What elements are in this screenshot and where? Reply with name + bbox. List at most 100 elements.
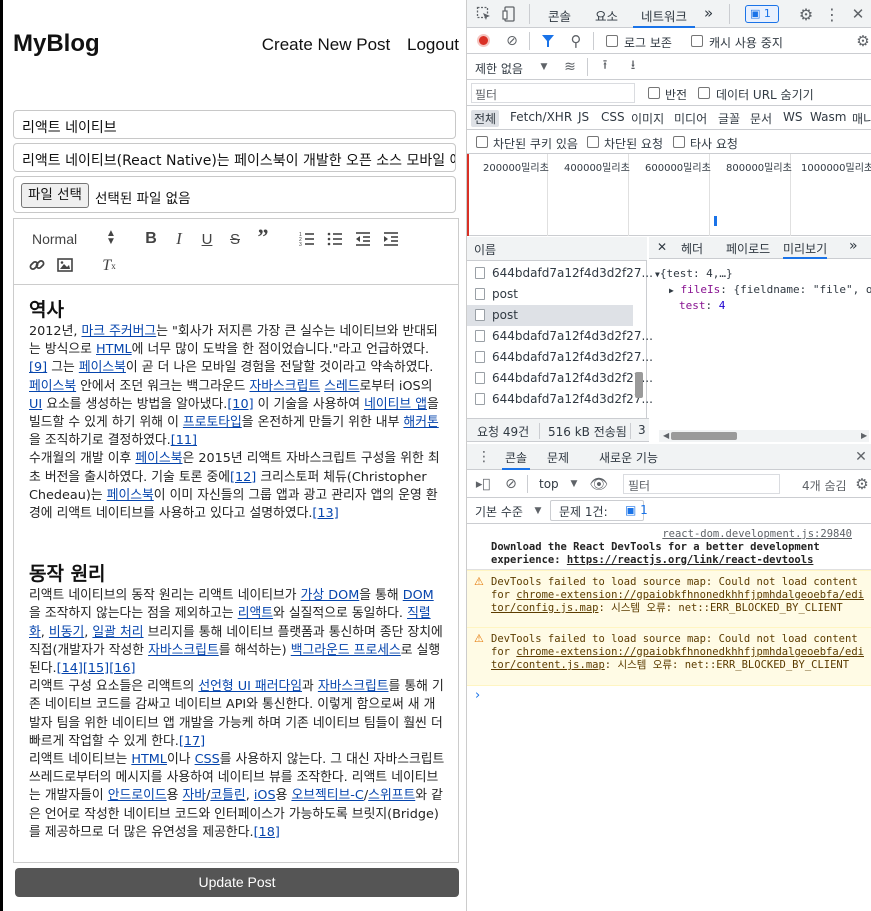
request-row[interactable]: post: [467, 305, 633, 326]
citation-link[interactable]: [17]: [179, 734, 205, 749]
editor-content[interactable]: 역사 2012년, 마크 주커버그는 "회사가 저지른 가장 큰 실수는 네이티…: [14, 285, 458, 862]
content-link[interactable]: 안드로이드: [108, 788, 167, 803]
drawer-menu-icon[interactable]: ⋮: [475, 448, 493, 466]
throttle-select[interactable]: 제한 없음: [475, 60, 523, 77]
content-link[interactable]: 선언형 UI 패러다임: [198, 679, 302, 694]
close-drawer-icon[interactable]: ✕: [852, 448, 870, 466]
content-link[interactable]: 자바스크립트: [249, 379, 320, 394]
content-link[interactable]: 페이스북: [107, 488, 154, 503]
drawer-tab-issues[interactable]: 문제: [547, 449, 569, 466]
search-icon[interactable]: ⚲: [567, 32, 585, 50]
content-link[interactable]: 페이스북: [29, 379, 76, 394]
content-link[interactable]: 해커톤: [403, 415, 438, 430]
live-expression-icon[interactable]: 👁: [589, 475, 608, 493]
link-icon[interactable]: [26, 255, 48, 275]
citation-link[interactable]: [16]: [109, 661, 135, 676]
type-filter-img[interactable]: 이미지: [631, 110, 664, 127]
clear-format-icon[interactable]: Tx: [98, 256, 120, 276]
more-tabs-icon[interactable]: »: [704, 4, 713, 22]
content-link[interactable]: 일괄 처리: [92, 625, 143, 640]
content-link[interactable]: 자바스크립트: [318, 679, 389, 694]
context-select[interactable]: top: [539, 477, 559, 491]
blocked-requests-checkbox[interactable]: [587, 136, 599, 148]
type-filter-fetch[interactable]: Fetch/XHR: [510, 110, 572, 124]
brand-logo[interactable]: MyBlog: [13, 30, 100, 58]
blocked-cookies-checkbox[interactable]: [476, 136, 488, 148]
type-filter-manifest[interactable]: 매니: [852, 110, 871, 127]
import-har-icon[interactable]: ⭱: [596, 58, 614, 76]
inspect-icon[interactable]: [475, 5, 493, 23]
request-list-scrollbar[interactable]: [635, 372, 643, 398]
content-link[interactable]: 리액트: [238, 606, 273, 621]
network-settings-icon[interactable]: ⚙: [854, 32, 871, 50]
context-dropdown-icon[interactable]: ▼: [565, 475, 583, 493]
bullet-list-icon[interactable]: [324, 229, 346, 249]
type-filter-all[interactable]: 전체: [471, 110, 500, 127]
content-link[interactable]: DOM: [403, 588, 434, 603]
type-filter-doc[interactable]: 문서: [750, 110, 772, 127]
details-hscroll[interactable]: ◀ ▶: [659, 430, 869, 442]
citation-link[interactable]: [11]: [171, 433, 197, 448]
record-icon[interactable]: [477, 34, 490, 47]
type-filter-js[interactable]: JS: [578, 110, 589, 124]
image-icon[interactable]: [54, 255, 76, 275]
logout-link[interactable]: Logout: [407, 35, 459, 54]
content-link[interactable]: 가상 DOM: [301, 588, 360, 603]
update-post-button[interactable]: Update Post: [15, 868, 459, 897]
more-options-icon[interactable]: ⋮: [823, 5, 841, 24]
sidebar-toggle-icon[interactable]: ▸⃞: [474, 475, 492, 493]
content-link[interactable]: 페이스북: [135, 451, 182, 466]
export-har-icon[interactable]: ⭳: [624, 58, 642, 76]
outdent-icon[interactable]: [352, 229, 374, 249]
request-row[interactable]: 644bdafd7a12f4d3d2f27...: [467, 347, 653, 368]
message-source-link[interactable]: react-dom.development.js:29840: [662, 528, 852, 540]
indent-icon[interactable]: [380, 229, 402, 249]
close-details-icon[interactable]: ✕: [657, 240, 667, 254]
type-filter-wasm[interactable]: Wasm: [810, 110, 846, 124]
close-devtools-icon[interactable]: ✕: [849, 5, 867, 23]
preview-root[interactable]: ▼{test: 4,…}: [655, 267, 733, 280]
tab-preview[interactable]: 미리보기: [783, 240, 828, 259]
console-prompt[interactable]: ›: [467, 686, 871, 708]
level-dropdown-icon[interactable]: ▼: [529, 502, 547, 520]
content-link[interactable]: 비동기: [49, 625, 84, 640]
issues-count-button[interactable]: 문제 1건: ▣ 1: [550, 500, 648, 521]
bold-icon[interactable]: B: [140, 229, 162, 249]
content-link[interactable]: 자바스크립트: [148, 643, 219, 658]
summary-input[interactable]: 리액트 네이티브(React Native)는 페이스북이 개발한 오픈 소스 …: [13, 143, 456, 172]
content-link[interactable]: 스위프트: [368, 788, 415, 803]
italic-icon[interactable]: I: [168, 229, 190, 249]
create-post-link[interactable]: Create New Post: [262, 35, 391, 54]
console-settings-icon[interactable]: ⚙: [853, 475, 871, 493]
hide-data-urls-checkbox[interactable]: [698, 87, 710, 99]
device-toolbar-icon[interactable]: [501, 5, 519, 23]
content-link[interactable]: 스레드: [324, 379, 359, 394]
tab-network[interactable]: 네트워크: [633, 6, 696, 28]
more-detail-tabs-icon[interactable]: »: [849, 238, 858, 254]
title-input[interactable]: 리액트 네이티브: [13, 110, 456, 139]
dropdown-arrow-icon[interactable]: ▼: [535, 58, 553, 76]
citation-link[interactable]: [15]: [83, 661, 109, 676]
request-row[interactable]: 644bdafd7a12f4d3d2f27...: [467, 389, 653, 410]
content-link[interactable]: iOS: [254, 788, 276, 803]
content-link[interactable]: 코틀린: [210, 788, 245, 803]
heading-select[interactable]: Normal ▲ ▼: [32, 229, 116, 248]
network-conditions-icon[interactable]: ≋: [561, 58, 579, 76]
scroll-left-icon[interactable]: ◀: [663, 431, 669, 440]
tab-console[interactable]: 콘솔: [548, 6, 571, 25]
citation-link[interactable]: [9]: [29, 360, 47, 375]
third-party-checkbox[interactable]: [673, 136, 685, 148]
filter-icon[interactable]: [539, 32, 557, 50]
clear-console-icon[interactable]: ⊘: [502, 475, 520, 493]
strike-icon[interactable]: S: [224, 229, 246, 249]
citation-link[interactable]: [18]: [254, 825, 280, 840]
invert-checkbox[interactable]: [648, 87, 660, 99]
disable-cache-checkbox[interactable]: [691, 35, 703, 47]
request-row[interactable]: post: [467, 284, 633, 305]
content-link[interactable]: 오브젝티브-C: [291, 788, 363, 803]
citation-link[interactable]: [12]: [230, 470, 256, 485]
tab-elements[interactable]: 요소: [595, 6, 618, 25]
preview-fileis[interactable]: ▶ fileIs: {fieldname: "file", o: [669, 283, 871, 296]
drawer-tab-whats-new[interactable]: 새로운 기능: [599, 449, 658, 466]
network-overview[interactable]: 200000밀리초 400000밀리초 600000밀리초 800000밀리초 …: [467, 154, 871, 236]
